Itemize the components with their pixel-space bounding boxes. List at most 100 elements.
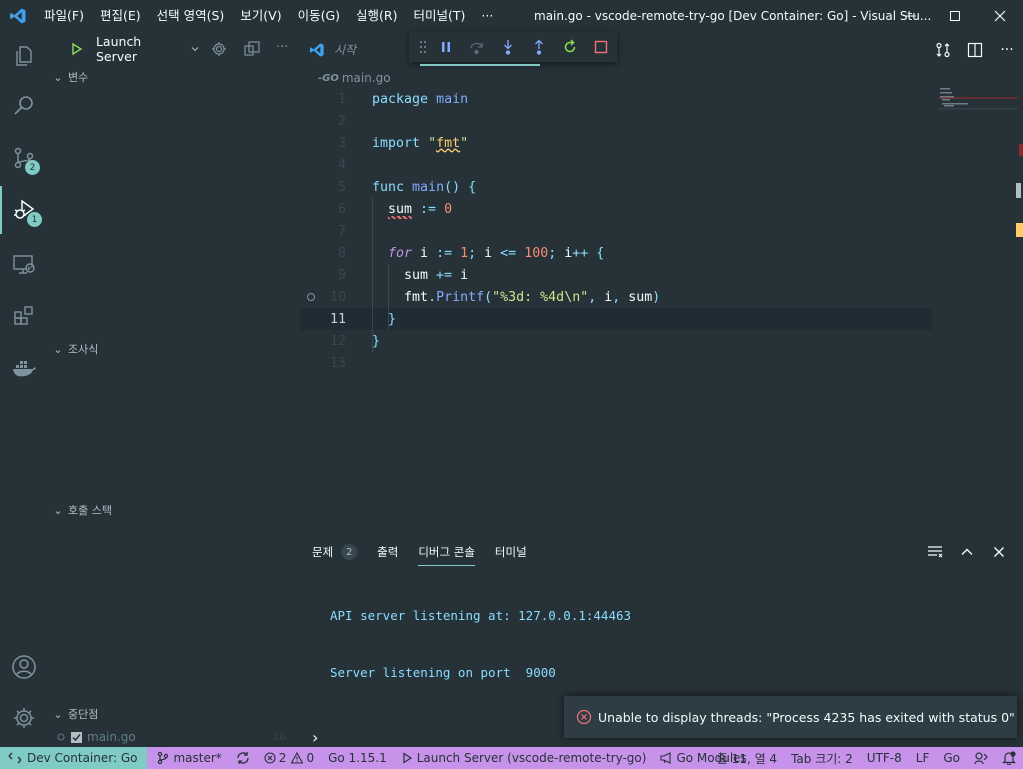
line-number[interactable]: 12 <box>306 334 346 349</box>
line-number[interactable]: 9 <box>306 268 346 283</box>
open-changes-icon[interactable] <box>927 32 959 67</box>
watch-section-header[interactable]: ⌄ 조사식 <box>48 338 300 360</box>
accounts-icon[interactable] <box>0 643 48 691</box>
line-number[interactable]: 5 <box>306 180 346 195</box>
more-actions-icon[interactable]: ··· <box>991 32 1023 67</box>
notifications-bell-icon[interactable] <box>995 747 1023 769</box>
line-number[interactable]: 7 <box>306 224 346 239</box>
restart-button[interactable] <box>555 32 586 62</box>
code-editor[interactable]: 1 package main 2 3 import "fmt" 4 5 func main()… <box>300 88 932 378</box>
line-number[interactable]: 6 <box>306 202 346 217</box>
maximize-panel-icon[interactable] <box>951 538 983 566</box>
run-debug-icon[interactable]: 1 <box>0 186 48 234</box>
more-actions-icon[interactable]: ··· <box>276 40 288 55</box>
manage-gear-icon[interactable] <box>0 694 48 742</box>
debug-console-icon[interactable] <box>244 41 260 57</box>
code-line[interactable]: 11 } <box>300 308 932 330</box>
line-number[interactable]: 11 <box>306 312 346 327</box>
line-number[interactable]: 2 <box>306 114 346 129</box>
tab-start[interactable]: 시작 <box>308 32 356 67</box>
menu-go[interactable]: 이동(G) <box>290 0 348 32</box>
code-line[interactable]: 4 <box>300 154 932 176</box>
code-line[interactable]: 13 <box>300 352 932 374</box>
close-panel-icon[interactable] <box>983 538 1015 566</box>
code-line[interactable]: 12} <box>300 330 932 352</box>
eol-status[interactable]: LF <box>909 747 937 769</box>
minimize-button[interactable] <box>888 0 934 32</box>
clear-console-icon[interactable] <box>919 538 951 566</box>
code-line[interactable]: 2 <box>300 110 932 132</box>
maximize-button[interactable] <box>932 0 978 32</box>
remote-explorer-icon[interactable] <box>0 240 48 288</box>
language-mode[interactable]: Go <box>936 747 967 769</box>
line-number[interactable]: 8 <box>306 246 346 261</box>
go-version[interactable]: Go 1.15.1 <box>321 747 394 769</box>
step-over-button[interactable] <box>462 32 493 62</box>
code-line[interactable]: 1 package main <box>300 88 932 110</box>
code-line[interactable]: 10 fmt.Printf("%3d: %4d\n", i, sum) <box>300 286 932 308</box>
source-control-icon[interactable]: 2 <box>0 134 48 182</box>
extensions-icon[interactable] <box>0 292 48 340</box>
breakpoint-item[interactable]: main.go 10 <box>48 726 300 748</box>
tab-output[interactable]: 출력 <box>377 538 398 566</box>
variables-section-header[interactable]: ⌄ 변수 <box>48 66 300 88</box>
breakpoint-gutter-icon[interactable] <box>306 292 316 302</box>
line-number[interactable]: 13 <box>306 356 346 371</box>
editor-actions: ··· <box>927 32 1023 67</box>
editor-scrollbar[interactable] <box>1016 88 1023 528</box>
explorer-icon[interactable] <box>0 32 48 80</box>
go-file-icon: -GO <box>318 72 339 84</box>
tab-problems[interactable]: 문제 2 <box>312 538 358 566</box>
code-text: } <box>372 333 381 349</box>
search-icon[interactable] <box>0 82 48 130</box>
pause-button[interactable] <box>431 32 462 62</box>
menu-bar: 파일(F) 편집(E) 선택 영역(S) 보기(V) 이동(G) 실행(R) 터… <box>36 0 501 32</box>
launch-config-select[interactable]: Launch Server <box>70 34 200 64</box>
cursor-position[interactable]: 줄 11, 열 4 <box>710 747 784 769</box>
breakpoint-checkbox[interactable] <box>71 731 82 743</box>
line-number[interactable]: 1 <box>306 92 346 107</box>
line-number[interactable]: 3 <box>306 136 346 151</box>
menu-view[interactable]: 보기(V) <box>232 0 289 32</box>
start-debug-icon[interactable] <box>70 42 84 56</box>
chevron-down-icon: ⌄ <box>53 707 63 721</box>
branch-status[interactable]: master* <box>150 747 228 769</box>
code-line[interactable]: 3 import "fmt" <box>300 132 932 154</box>
docker-icon[interactable] <box>0 344 48 392</box>
encoding-status[interactable]: UTF-8 <box>860 747 909 769</box>
menu-run[interactable]: 실행(R) <box>348 0 405 32</box>
debug-session-status[interactable]: Launch Server (vscode-remote-try-go) <box>394 747 654 769</box>
tab-debug-console[interactable]: 디버그 콘솔 <box>418 538 475 566</box>
step-out-button[interactable] <box>524 32 555 62</box>
step-into-button[interactable] <box>493 32 524 62</box>
repl-prompt-chevron-icon: › <box>312 727 319 747</box>
code-line[interactable]: 5 func main() { <box>300 176 932 198</box>
menu-selection[interactable]: 선택 영역(S) <box>149 0 233 32</box>
problems-status[interactable]: 2 0 <box>257 747 321 769</box>
stop-button[interactable] <box>586 32 617 62</box>
live-share-icon[interactable] <box>967 747 995 769</box>
notification-message: Unable to display threads: "Process 4235… <box>598 709 1015 725</box>
split-editor-icon[interactable] <box>959 32 991 67</box>
code-line[interactable]: 7 <box>300 220 932 242</box>
menu-more[interactable]: ··· <box>473 0 501 32</box>
code-line[interactable]: 9 sum += i <box>300 264 932 286</box>
line-number[interactable]: 4 <box>306 158 346 173</box>
call-stack-section-header[interactable]: ⌄ 호출 스택 <box>48 499 300 521</box>
code-line[interactable]: 8 for i := 1; i <= 100; i++ { <box>300 242 932 264</box>
drag-handle-icon[interactable] <box>415 32 431 62</box>
breakpoint-line: 10 <box>273 731 286 743</box>
menu-edit[interactable]: 편집(E) <box>92 0 149 32</box>
menu-terminal[interactable]: 터미널(T) <box>406 0 474 32</box>
indentation-status[interactable]: Tab 크기: 2 <box>784 747 860 769</box>
tab-terminal[interactable]: 터미널 <box>495 538 527 566</box>
error-notification[interactable]: Unable to display threads: "Process 4235… <box>564 696 1017 738</box>
sync-icon[interactable] <box>229 747 257 769</box>
remote-indicator[interactable]: Dev Container: Go <box>0 747 148 769</box>
minimap[interactable] <box>938 88 1018 148</box>
menu-file[interactable]: 파일(F) <box>36 0 92 32</box>
close-window-button[interactable] <box>977 0 1023 32</box>
breadcrumb[interactable]: -GO main.go <box>318 69 391 87</box>
breakpoints-section-header[interactable]: ⌄ 중단점 <box>48 703 300 725</box>
open-launch-json-gear-icon[interactable] <box>211 41 227 57</box>
